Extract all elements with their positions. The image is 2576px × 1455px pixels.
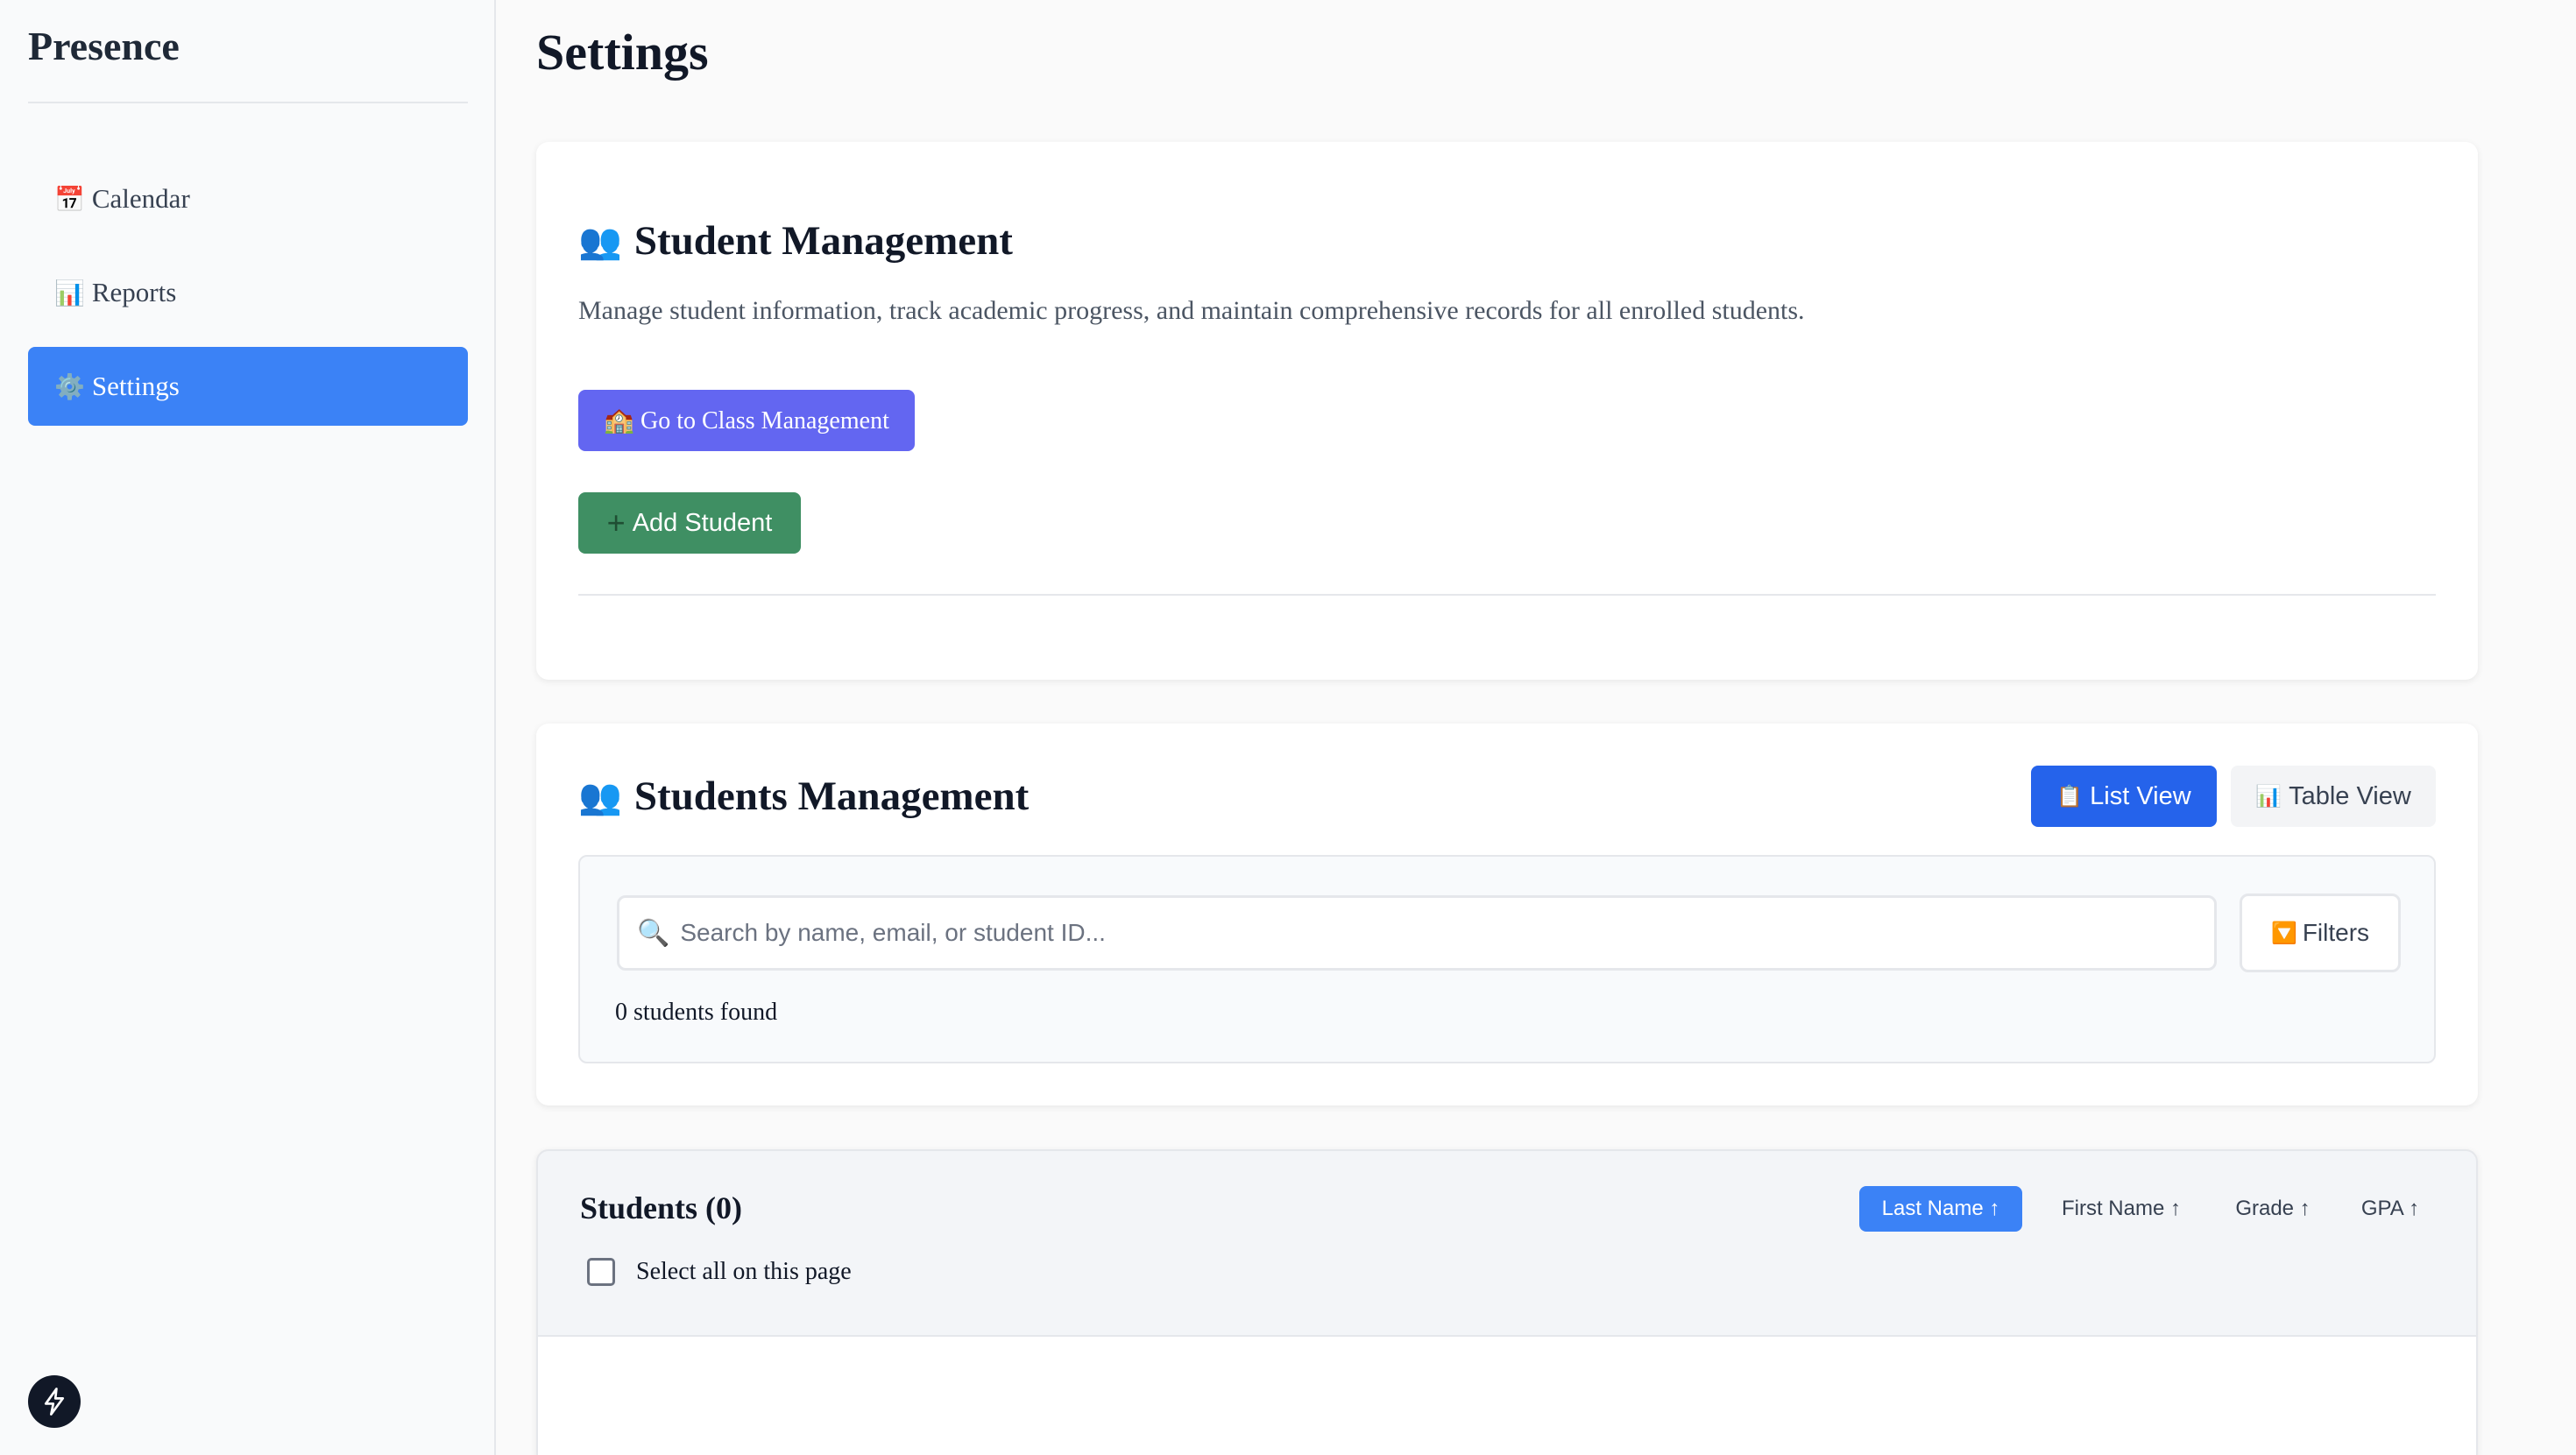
table-view-label: Table View [2289, 781, 2411, 810]
table-view-button[interactable]: 📊 Table View [2231, 766, 2436, 827]
sidebar-divider [28, 102, 468, 103]
sidebar-item-calendar[interactable]: 📅 Calendar [28, 159, 468, 238]
select-all[interactable]: Select all on this page [587, 1258, 852, 1286]
students-list-card: Students (0) Last Name ↑ First Name ↑ Gr… [536, 1149, 2478, 1455]
filters-label: Filters [2302, 919, 2370, 946]
filter-icon: 🔽 [2270, 921, 2297, 945]
lightning-icon [44, 1388, 65, 1416]
section-title: 👥 Student Management [578, 217, 1013, 265]
students-management-card: 👥 Students Management 📋 List View 📊 Tabl… [536, 724, 2478, 1105]
sidebar-item-label: Settings [91, 371, 180, 401]
results-count: 0 students found [615, 999, 778, 1026]
sidebar-item-label: Reports [91, 277, 177, 307]
add-student-label: Add Student [632, 508, 773, 537]
section-description: Manage student information, track academ… [578, 296, 1805, 325]
students-list-area [538, 1335, 2476, 1455]
bar-chart-icon: 📊 [2255, 784, 2282, 809]
section-title-text: Students Management [633, 773, 1030, 819]
section-divider [578, 594, 2436, 596]
section-title-text: Student Management [633, 218, 1013, 264]
search-box[interactable]: 🔍 [617, 895, 2217, 971]
bar-chart-icon: 📊 [54, 278, 85, 307]
sidebar-item-settings[interactable]: ⚙️ Settings [28, 347, 468, 426]
add-student-button[interactable]: + Add Student [578, 492, 801, 554]
sidebar-item-label: Calendar [91, 183, 190, 214]
calendar-icon: 📅 [54, 184, 85, 214]
sidebar: Presence 📅 Calendar 📊 Reports ⚙️ Setting… [0, 0, 496, 1455]
clipboard-icon: 📋 [2056, 784, 2084, 809]
students-list-title: Students (0) [580, 1190, 743, 1225]
search-icon: 🔍 [637, 917, 670, 949]
sort-first-name-button[interactable]: First Name ↑ [2047, 1186, 2196, 1232]
sort-gpa-button[interactable]: GPA ↑ [2346, 1186, 2434, 1232]
gear-icon: ⚙️ [54, 371, 85, 401]
select-all-checkbox[interactable] [587, 1258, 615, 1286]
student-management-card: 👥 Student Management Manage student info… [536, 142, 2478, 680]
plus-icon: + [606, 505, 626, 540]
list-view-button[interactable]: 📋 List View [2031, 766, 2217, 827]
brand-title: Presence [28, 24, 180, 68]
list-view-label: List View [2090, 781, 2191, 810]
sort-grade-button[interactable]: Grade ↑ [2220, 1186, 2325, 1232]
go-to-class-management-button[interactable]: 🏫 Go to Class Management [578, 390, 915, 451]
page-title: Settings [536, 24, 709, 81]
sidebar-item-reports[interactable]: 📊 Reports [28, 253, 468, 332]
select-all-label: Select all on this page [636, 1258, 852, 1285]
users-icon: 👥 [578, 776, 622, 817]
search-input[interactable] [680, 919, 2170, 947]
sort-last-name-button[interactable]: Last Name ↑ [1859, 1186, 2022, 1232]
section-title: 👥 Students Management [578, 773, 1029, 820]
filters-button[interactable]: 🔽 Filters [2240, 893, 2401, 972]
search-panel: 🔍 🔽 Filters 0 students found [578, 855, 2436, 1063]
bolt-button[interactable] [28, 1375, 81, 1428]
users-icon: 👥 [578, 221, 622, 262]
